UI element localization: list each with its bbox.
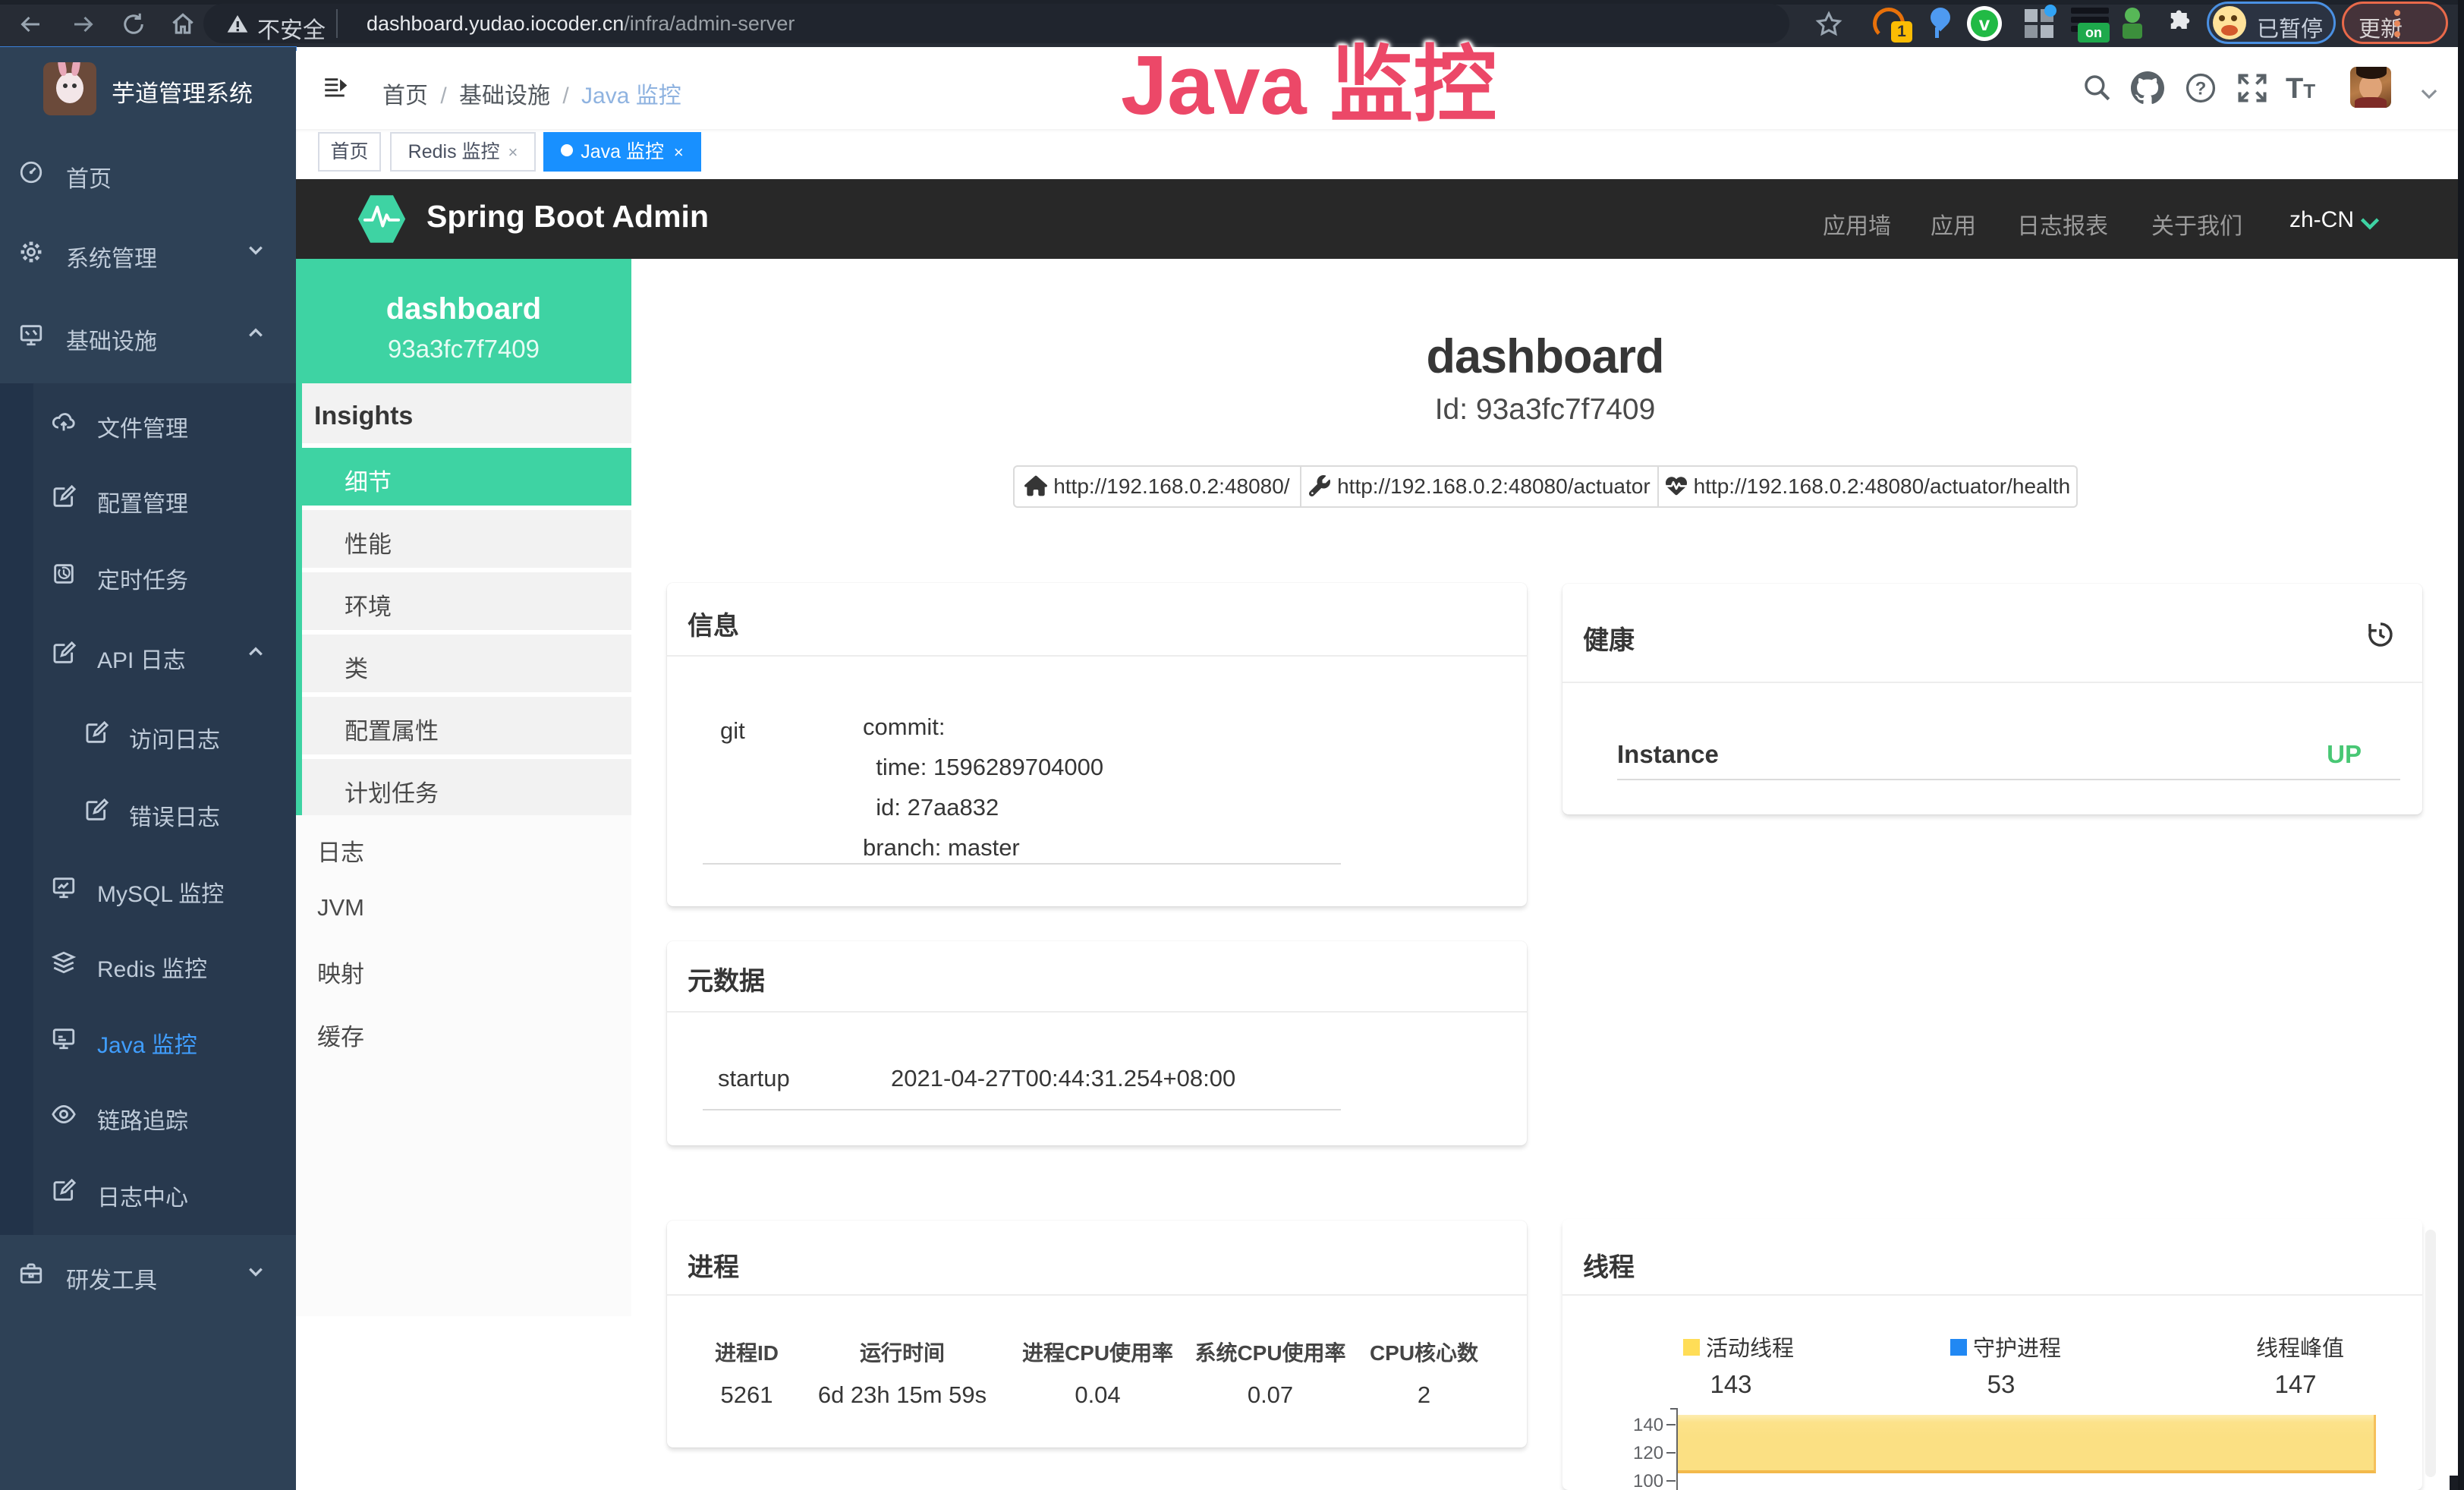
svg-text:?: ?: [2195, 78, 2207, 99]
